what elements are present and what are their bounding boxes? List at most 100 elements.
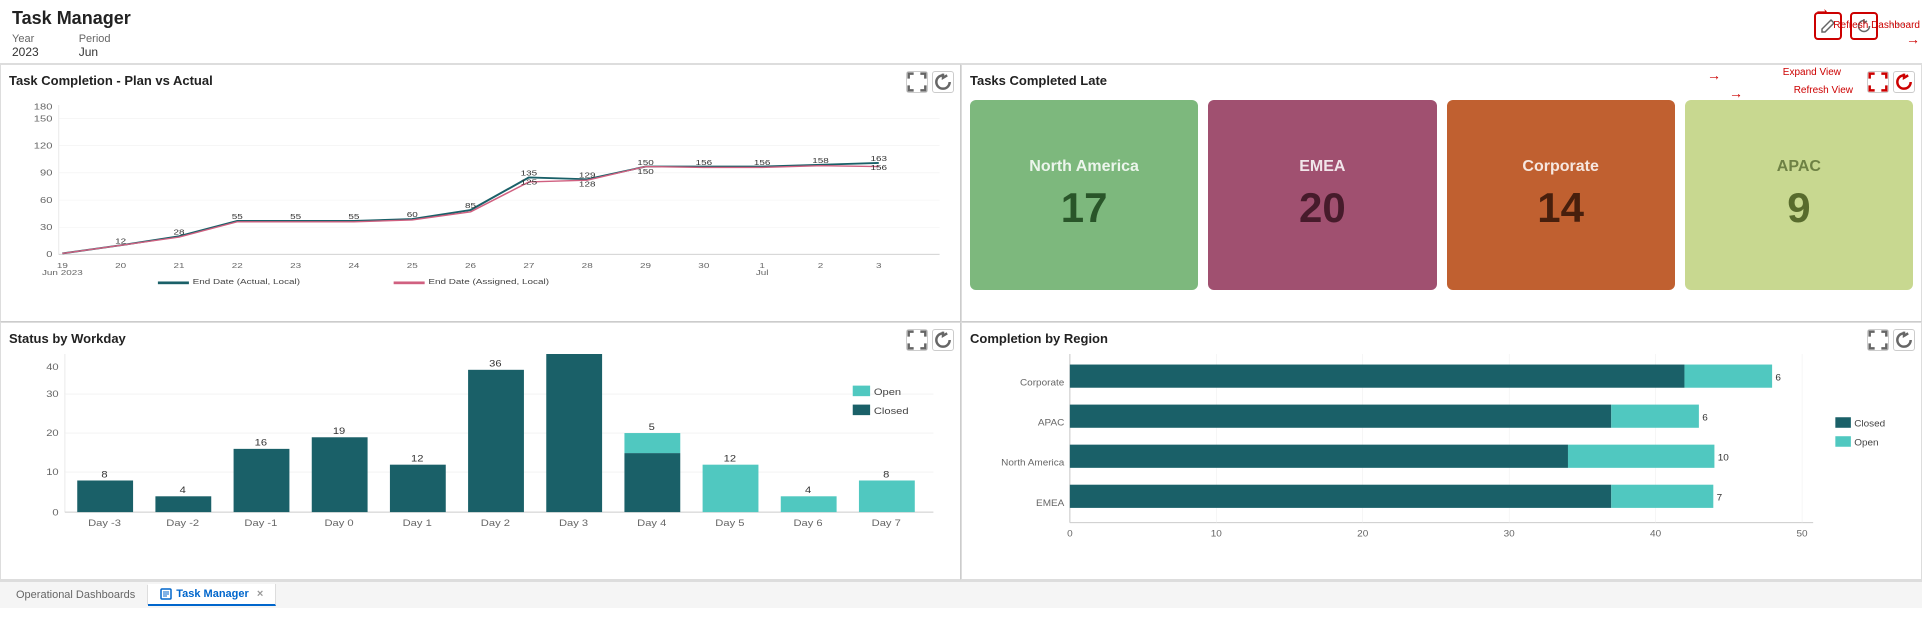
svg-text:12: 12	[411, 454, 424, 464]
tab-operational-dashboards[interactable]: Operational Dashboards	[4, 585, 148, 605]
svg-text:8: 8	[101, 470, 107, 480]
refresh-arrow: →	[1833, 31, 1920, 47]
svg-text:20: 20	[1357, 529, 1369, 540]
task-manager-tab-icon	[160, 588, 172, 600]
header-left: Task Manager Year 2023 Period Jun	[12, 8, 131, 59]
svg-text:50: 50	[1797, 529, 1809, 540]
svg-text:6: 6	[1775, 373, 1781, 384]
svg-text:10: 10	[46, 468, 59, 478]
bar-corporate-open	[1684, 365, 1772, 388]
svg-text:29: 29	[640, 261, 651, 269]
svg-text:Day 5: Day 5	[715, 518, 744, 528]
svg-text:36: 36	[489, 359, 502, 369]
svg-text:Day -2: Day -2	[166, 518, 199, 528]
svg-text:150: 150	[637, 158, 654, 166]
region-name: EMEA	[1299, 158, 1345, 176]
svg-text:8: 8	[883, 470, 889, 480]
year-label: Year	[12, 33, 39, 45]
svg-text:Day 6: Day 6	[793, 518, 822, 528]
svg-text:55: 55	[348, 212, 359, 220]
status-workday-refresh-button[interactable]	[932, 329, 954, 351]
completion-region-refresh-button[interactable]	[1893, 329, 1915, 351]
svg-text:163: 163	[871, 154, 888, 162]
status-workday-expand-button[interactable]	[906, 329, 928, 351]
expand-icon	[1868, 330, 1888, 350]
svg-text:23: 23	[290, 261, 301, 269]
svg-text:40: 40	[46, 362, 59, 372]
svg-text:End Date (Assigned, Local): End Date (Assigned, Local)	[428, 278, 549, 286]
region-count: 9	[1787, 184, 1810, 232]
bottom-tabs: Operational Dashboards Task Manager ×	[0, 580, 1922, 608]
tab-task-manager[interactable]: Task Manager ×	[148, 584, 276, 606]
svg-text:Day 1: Day 1	[403, 518, 432, 528]
region-card-emea: EMEA20	[1208, 100, 1436, 290]
expand-icon	[1868, 72, 1888, 92]
completion-region-expand-button[interactable]	[1867, 329, 1889, 351]
bar-emea-open	[1611, 485, 1713, 508]
line-chart-controls	[906, 71, 954, 93]
tasks-late-refresh-button[interactable]	[1893, 71, 1915, 93]
svg-text:Day 7: Day 7	[872, 518, 901, 528]
refresh-icon	[933, 330, 953, 350]
svg-text:North America: North America	[1001, 458, 1065, 469]
svg-text:Day 4: Day 4	[637, 518, 666, 528]
status-workday-chart: 0 10 20 30 40 8 4 16	[9, 354, 952, 549]
tasks-late-controls	[1867, 71, 1915, 93]
bar-northamerica-closed	[1070, 445, 1568, 468]
tasks-late-grid: North America17EMEA20Corporate14APAC9	[970, 100, 1913, 290]
svg-text:180: 180	[34, 103, 53, 112]
svg-text:150: 150	[637, 167, 654, 175]
svg-text:4: 4	[180, 486, 186, 496]
svg-text:30: 30	[40, 223, 53, 232]
svg-text:2: 2	[818, 261, 824, 269]
tasks-late-title: Tasks Completed Late	[970, 73, 1913, 88]
line-chart: 0 30 60 90 120 150 180 12 28 55 55 55	[9, 96, 952, 286]
line-chart-title: Task Completion - Plan vs Actual	[9, 73, 952, 88]
bar-day2-closed	[468, 370, 524, 512]
svg-text:22: 22	[232, 261, 243, 269]
svg-text:End Date (Actual, Local): End Date (Actual, Local)	[193, 278, 301, 286]
refresh-icon	[1894, 330, 1914, 350]
svg-text:26: 26	[465, 261, 476, 269]
svg-text:EMEA: EMEA	[1036, 498, 1065, 509]
svg-text:Jun 2023: Jun 2023	[42, 268, 83, 276]
expand-annotation: Expand View	[1783, 67, 1841, 78]
svg-text:12: 12	[115, 237, 126, 245]
region-card-north-america: North America17	[970, 100, 1198, 290]
svg-text:21: 21	[173, 261, 184, 269]
bar-day-minus1-closed	[234, 449, 290, 512]
tab-operational-label: Operational Dashboards	[16, 589, 135, 601]
svg-text:150: 150	[34, 115, 53, 124]
svg-text:40: 40	[1650, 529, 1662, 540]
refresh-icon	[933, 72, 953, 92]
tasks-late-expand-button[interactable]	[1867, 71, 1889, 93]
svg-text:55: 55	[232, 212, 243, 220]
expand-icon	[907, 330, 927, 350]
bar-apac-closed	[1070, 405, 1611, 428]
svg-text:28: 28	[173, 228, 184, 236]
edit-arrow: →	[1740, 1, 1830, 19]
header: Task Manager Year 2023 Period Jun Edit D…	[0, 0, 1922, 64]
bar-day-minus3-closed	[77, 480, 133, 512]
header-right: Edit Dashboard icon → Refresh Dashboard …	[1814, 12, 1910, 40]
svg-text:120: 120	[34, 142, 53, 151]
svg-text:4: 4	[805, 486, 811, 496]
bar-day3-closed	[546, 354, 602, 512]
refresh-view-arrow: →	[1729, 85, 1743, 101]
expand-arrow: →	[1707, 67, 1721, 83]
svg-text:5: 5	[649, 423, 655, 433]
bar-day6-open	[781, 496, 837, 512]
svg-text:7: 7	[1717, 493, 1723, 504]
status-workday-title: Status by Workday	[9, 331, 952, 346]
line-chart-expand-button[interactable]	[906, 71, 928, 93]
tab-task-manager-close-button[interactable]: ×	[257, 588, 263, 600]
region-name: North America	[1029, 158, 1139, 176]
svg-text:129: 129	[579, 171, 596, 179]
bar-apac-open	[1611, 405, 1699, 428]
svg-text:60: 60	[40, 196, 53, 205]
bar-day4-closed	[624, 453, 680, 512]
completion-region-svg: Corporate APAC North America EMEA 42	[970, 354, 1913, 549]
refresh-view-annotation: Refresh View	[1794, 85, 1853, 96]
year-filter: Year 2023	[12, 33, 39, 59]
line-chart-refresh-button[interactable]	[932, 71, 954, 93]
